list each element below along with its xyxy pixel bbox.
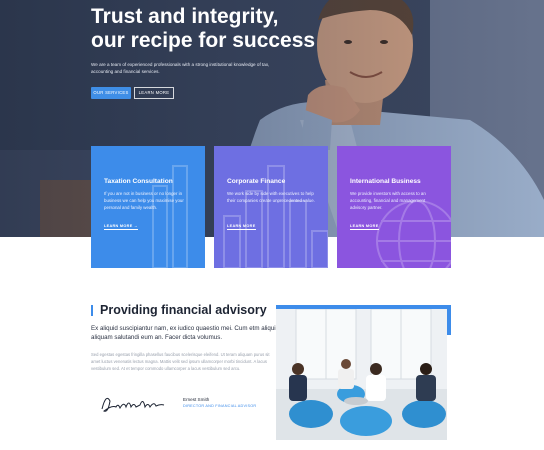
section-accent-bar (91, 305, 93, 316)
hero-description: We are a team of experienced professiona… (91, 62, 270, 74)
our-services-button[interactable]: OUR SERVICES (91, 87, 131, 99)
service-card-corporate-finance[interactable]: Corporate Finance We work side by side w… (214, 146, 328, 268)
card-text: We provide investors with access to an a… (350, 191, 426, 210)
bar-chart-icon (223, 165, 328, 268)
meeting-photo (276, 309, 447, 440)
advisory-body: Sed egestas egestas fringilla phasellus … (91, 352, 270, 371)
hero-title-line-2: our recipe for success (91, 29, 316, 52)
advisory-lead: Ex aliquid suscipiantur nam, ex iudico q… (91, 325, 280, 341)
card-text: If you are not in business or no longer … (104, 191, 184, 210)
card-title: International Business (350, 178, 421, 185)
hero-title-line-1: Trust and integrity, (91, 5, 279, 28)
signature-image (101, 397, 165, 412)
service-card-taxation[interactable]: Taxation Consultation If you are not in … (91, 146, 205, 268)
hero-title: Trust and integrity, our recipe for succ… (91, 5, 351, 53)
card-title: Taxation Consultation (104, 178, 173, 185)
signer-name: Ernest Smith (183, 397, 210, 402)
card-learn-more-link[interactable]: LEARN MORE (227, 224, 256, 230)
service-card-international-business[interactable]: International Business We provide invest… (337, 146, 451, 268)
learn-more-button[interactable]: LEARN MORE (134, 87, 174, 99)
card-learn-more-link[interactable]: LEARN MORE → (104, 224, 138, 230)
card-learn-more-link[interactable]: LEARN MORE (350, 224, 379, 230)
advisory-title: Providing financial advisory (100, 303, 267, 317)
card-text: We work side by side with executives to … (227, 191, 315, 203)
card-title: Corporate Finance (227, 178, 286, 185)
signer-role: DIRECTOR AND FINANCIAL ADVISOR (183, 404, 257, 408)
